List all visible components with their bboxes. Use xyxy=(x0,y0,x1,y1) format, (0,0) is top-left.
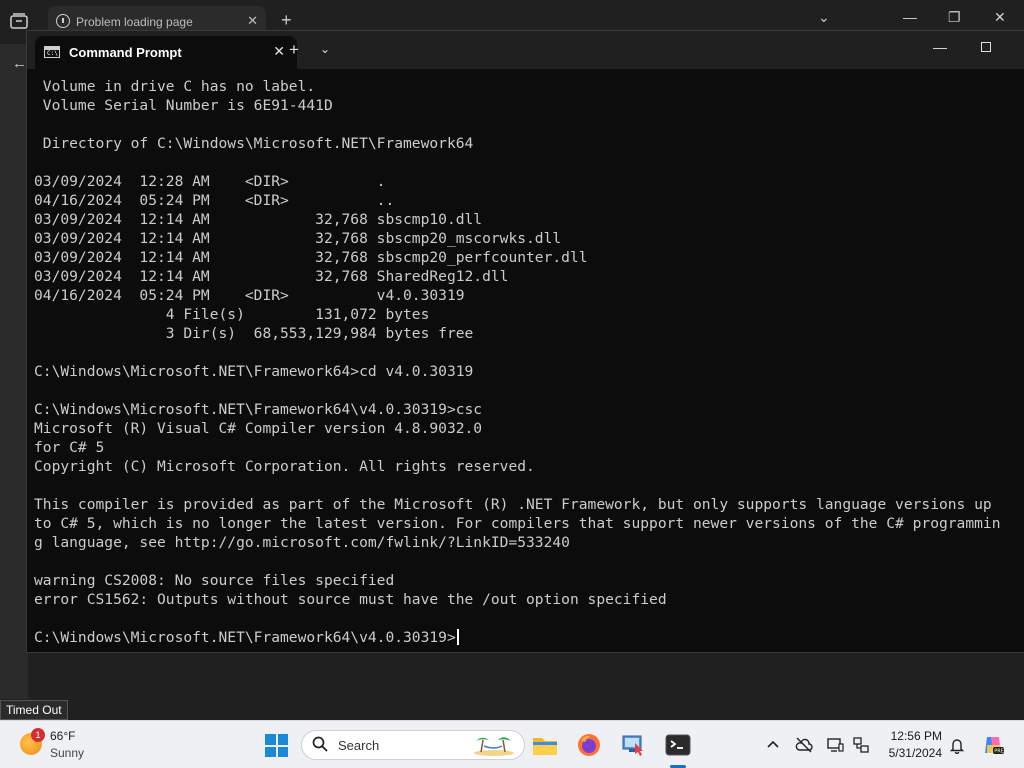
display-icon[interactable] xyxy=(826,736,844,754)
file-explorer-icon[interactable] xyxy=(529,729,561,761)
terminal-prompt-line[interactable]: C:\Windows\Microsoft.NET\Framework64\v4.… xyxy=(34,628,1024,647)
terminal-line: to C# 5, which is no longer the latest v… xyxy=(34,515,1001,532)
terminal-line: error CS1562: Outputs without source mus… xyxy=(34,591,667,608)
taskbar: 1 66°F Sunny Search 12:56 PM 5/31/2024 P… xyxy=(0,720,1024,768)
browser-close-button[interactable]: ✕ xyxy=(994,9,1006,26)
cloud-offline-icon[interactable] xyxy=(795,736,813,754)
terminal-prompt: C:\Windows\Microsoft.NET\Framework64\v4.… xyxy=(34,629,456,646)
terminal-dropdown-button[interactable]: ⌄ xyxy=(320,42,330,56)
terminal-line: Volume in drive C has no label. xyxy=(34,78,316,95)
terminal-line: warning CS2008: No source files specifie… xyxy=(34,572,395,589)
search-placeholder: Search xyxy=(338,738,380,753)
terminal-line: C:\Windows\Microsoft.NET\Framework64>cd … xyxy=(34,363,474,380)
terminal-line: Volume Serial Number is 6E91-441D xyxy=(34,97,333,114)
browser-list-tabs-button[interactable]: ⌄ xyxy=(818,9,830,26)
browser-minimize-button[interactable]: — xyxy=(903,9,917,25)
browser-tab-title: Problem loading page xyxy=(76,15,193,29)
clock-date[interactable]: 5/31/2024 xyxy=(880,746,942,760)
network-icon[interactable] xyxy=(852,736,870,754)
terminal-tab-close-icon[interactable]: ✕ xyxy=(273,43,285,60)
copilot-icon[interactable]: PRE xyxy=(981,733,1005,757)
terminal-line: 03/09/2024 12:14 AM 32,768 sbscmp20_perf… xyxy=(34,249,588,266)
globe-icon xyxy=(56,14,70,28)
terminal-maximize-button[interactable] xyxy=(981,42,991,52)
terminal-line: 03/09/2024 12:14 AM 32,768 SharedReg12.d… xyxy=(34,268,509,285)
terminal-line: 4 File(s) 131,072 bytes xyxy=(34,306,430,323)
start-button[interactable] xyxy=(265,734,288,757)
windows-logo-icon xyxy=(265,734,276,745)
browser-new-tab-button[interactable]: + xyxy=(281,10,292,31)
firefox-icon[interactable] xyxy=(573,729,605,761)
terminal-titlebar: C:\ Command Prompt ✕ + ⌄ — xyxy=(27,31,1024,69)
terminal-line: 03/09/2024 12:28 AM <DIR> . xyxy=(34,173,386,190)
terminal-line: Microsoft (R) Visual C# Compiler version… xyxy=(34,420,483,437)
network-manager-icon[interactable] xyxy=(617,729,649,761)
terminal-line: Directory of C:\Windows\Microsoft.NET\Fr… xyxy=(34,135,474,152)
text-cursor xyxy=(456,629,459,645)
search-icon xyxy=(312,736,328,752)
terminal-line: 3 Dir(s) 68,553,129,984 bytes free xyxy=(34,325,474,342)
terminal-new-tab-button[interactable]: + xyxy=(289,40,299,60)
browser-restore-button[interactable]: ❐ xyxy=(948,9,961,26)
weather-condition: Sunny xyxy=(50,746,85,760)
notification-badge: 1 xyxy=(31,728,45,742)
terminal-window: C:\ Command Prompt ✕ + ⌄ — Volume in dri… xyxy=(26,30,1024,653)
bell-icon[interactable] xyxy=(948,736,966,754)
terminal-line: 03/09/2024 12:14 AM 32,768 sbscmp20_msco… xyxy=(34,230,562,247)
terminal-line: Copyright (C) Microsoft Corporation. All… xyxy=(34,458,535,475)
clock-time[interactable]: 12:56 PM xyxy=(886,729,942,743)
terminal-line: for C# 5 xyxy=(34,439,105,456)
taskbar-search-box[interactable]: Search xyxy=(301,730,525,760)
search-highlight-icon xyxy=(474,737,514,756)
terminal-tab-command-prompt[interactable]: C:\ Command Prompt ✕ xyxy=(35,36,297,69)
terminal-tab-title: Command Prompt xyxy=(69,45,182,60)
chevron-up-icon[interactable] xyxy=(764,736,782,754)
terminal-app-icon[interactable] xyxy=(662,729,694,761)
command-prompt-icon: C:\ xyxy=(44,46,60,58)
browser-back-button[interactable]: ← xyxy=(12,55,27,72)
terminal-line: C:\Windows\Microsoft.NET\Framework64\v4.… xyxy=(34,401,483,418)
tab-list-icon[interactable] xyxy=(10,13,28,29)
timed-out-tooltip: Timed Out xyxy=(0,700,68,720)
terminal-line: This compiler is provided as part of the… xyxy=(34,496,992,513)
terminal-line: 03/09/2024 12:14 AM 32,768 sbscmp10.dll xyxy=(34,211,483,228)
terminal-output[interactable]: Volume in drive C has no label. Volume S… xyxy=(34,77,1024,647)
terminal-line: 04/16/2024 05:24 PM <DIR> .. xyxy=(34,192,395,209)
browser-toolbar xyxy=(0,44,28,699)
browser-tab-close-icon[interactable]: ✕ xyxy=(247,13,258,29)
weather-temperature: 66°F xyxy=(50,729,76,743)
terminal-line: 04/16/2024 05:24 PM <DIR> v4.0.30319 xyxy=(34,287,465,304)
svg-text:PRE: PRE xyxy=(994,749,1004,755)
terminal-minimize-button[interactable]: — xyxy=(933,39,947,55)
terminal-line: g language, see http://go.microsoft.com/… xyxy=(34,534,570,551)
